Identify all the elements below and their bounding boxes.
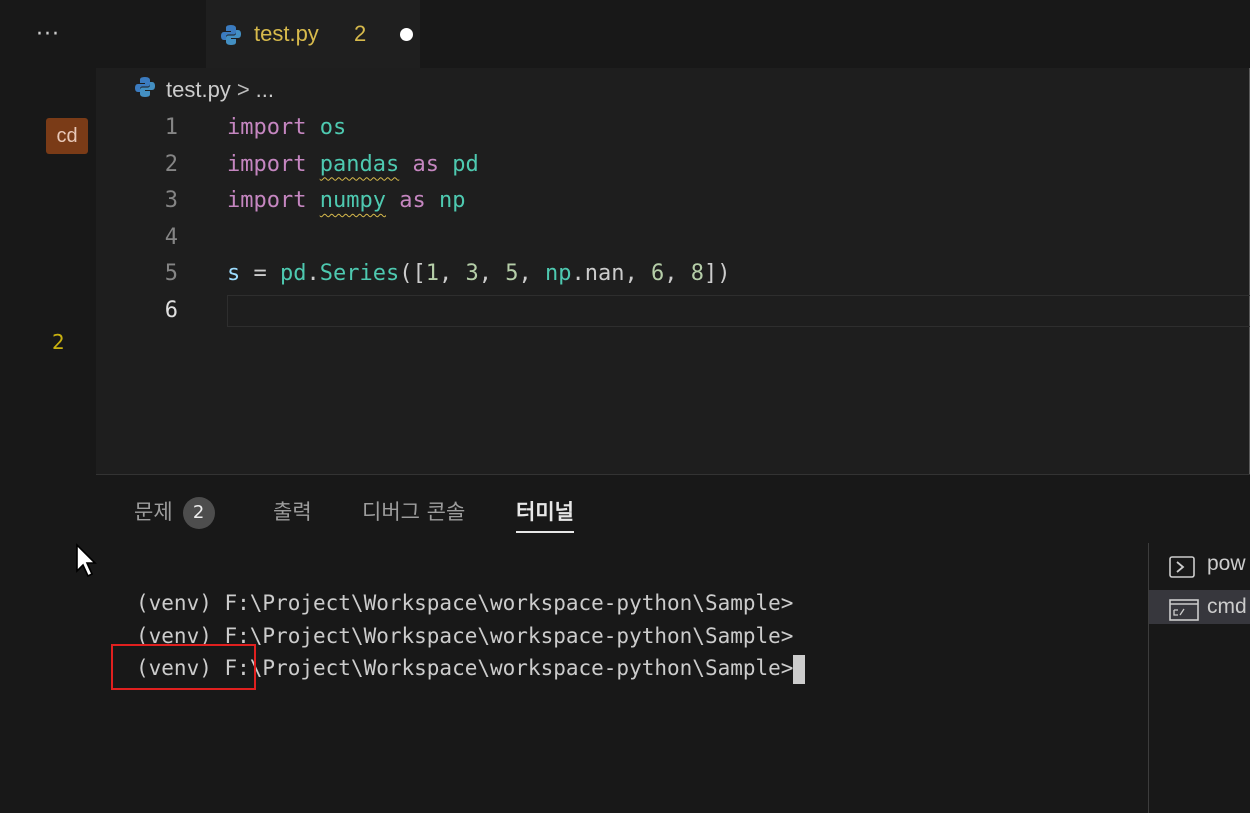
sidebar: ··· cd 2 (0, 0, 96, 813)
problem-count-marker: 2 (52, 330, 65, 354)
line-number: 3 (164, 188, 178, 213)
line-number: 5 (164, 261, 178, 286)
terminal-line: (venv) F:\Project\Workspace\workspace-py… (136, 591, 794, 615)
mouse-pointer-icon (75, 543, 99, 583)
editor-tab-bar: test.py 2 (96, 0, 1250, 68)
python-file-icon (134, 76, 156, 104)
breadcrumb-separator: > (236, 77, 250, 102)
line-number: 6 (164, 297, 178, 323)
python-file-icon (220, 24, 242, 50)
line-number: 2 (164, 151, 178, 177)
code-line-current: 6 (96, 293, 1250, 329)
code-line: 4 (96, 220, 1250, 256)
terminal-item-label: pow (1207, 552, 1246, 575)
code-text: s = pd.Series([1, 3, 5, np.nan, 6, 8]) (227, 261, 731, 286)
tab-filename: test.py (254, 21, 319, 46)
current-line-highlight (227, 294, 1250, 327)
code-line: 3 import numpy as np (96, 183, 1250, 219)
tab-terminal[interactable]: 터미널 (516, 497, 574, 533)
bottom-panel: 문제 2 출력 디버그 콘솔 터미널 (venv) F:\Project\Work… (96, 475, 1250, 813)
terminal-item-powershell[interactable]: pow (1149, 547, 1250, 581)
problems-count-badge: 2 (182, 497, 215, 529)
code-text: import pandas as pd (227, 151, 479, 177)
tab-problems-label: 문제 (134, 500, 173, 524)
code-editor[interactable]: 1 import os 2 import pandas as pd 3 impo… (96, 110, 1250, 470)
code-line: 2 import pandas as pd (96, 147, 1250, 183)
powershell-icon (1169, 555, 1195, 581)
tab-problem-count: 2 (354, 21, 367, 46)
cd-badge[interactable]: cd (46, 118, 88, 154)
annotation-highlight-box (111, 644, 256, 690)
terminal-list: pow cmd (1148, 543, 1250, 813)
code-line: 1 import os (96, 110, 1250, 146)
terminal-cursor (793, 654, 806, 684)
tab-debug-console[interactable]: 디버그 콘솔 (362, 497, 465, 531)
line-number: 4 (164, 224, 178, 250)
terminal-item-cmd[interactable]: cmd (1149, 590, 1250, 624)
breadcrumb-file[interactable]: test.py (166, 77, 231, 103)
editor-tab-test-py[interactable]: test.py 2 (206, 0, 420, 68)
cmd-icon (1169, 598, 1199, 624)
breadcrumb: test.py > ... (134, 74, 274, 106)
line-number: 1 (164, 115, 178, 140)
more-actions-icon[interactable]: ··· (36, 22, 60, 47)
tab-problems[interactable]: 문제 2 (134, 497, 215, 531)
terminal-item-label: cmd (1207, 595, 1247, 618)
code-line: 5 s = pd.Series([1, 3, 5, np.nan, 6, 8]) (96, 256, 1250, 292)
code-text: import numpy as np (227, 188, 466, 213)
unsaved-dot-icon[interactable] (400, 28, 413, 41)
code-text: import os (227, 115, 347, 140)
breadcrumb-more[interactable]: ... (256, 77, 274, 103)
tab-output[interactable]: 출력 (273, 497, 312, 531)
